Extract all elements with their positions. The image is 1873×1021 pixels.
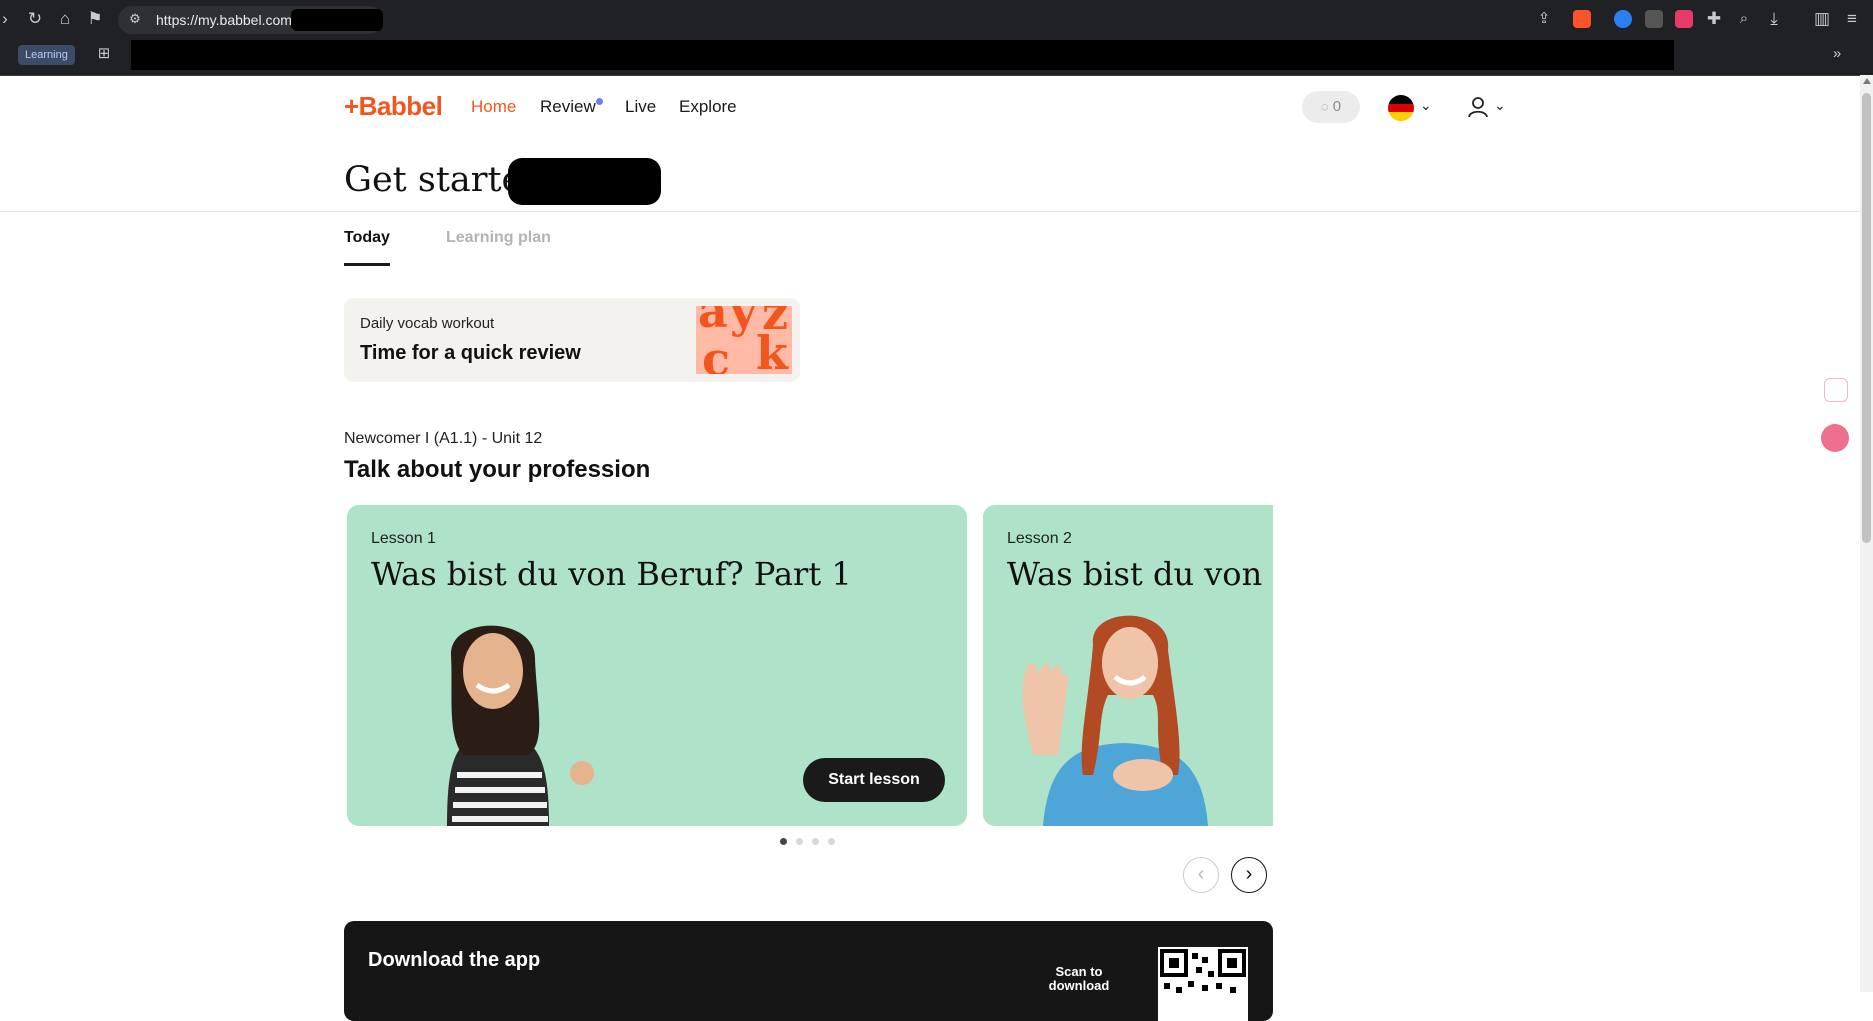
art-letter: y (730, 306, 757, 338)
floating-apps-icon[interactable] (1824, 378, 1848, 402)
nav-live[interactable]: Live (625, 97, 656, 117)
scroll-up-icon[interactable] (1863, 78, 1871, 84)
qr-code-icon[interactable] (1158, 947, 1248, 1021)
reload-icon[interactable]: ↻ (24, 9, 46, 31)
site-settings-icon[interactable]: ⚙ (124, 9, 146, 31)
apps-grid-icon[interactable]: ⊞ (93, 44, 115, 66)
art-letter: c (702, 332, 731, 374)
scan-to-download-text: Scan to download (1048, 964, 1110, 993)
brave-shield-icon[interactable] (1573, 10, 1591, 28)
redacted-url-part (291, 9, 383, 31)
carousel-dot[interactable] (828, 838, 835, 845)
extensions-puzzle-icon[interactable]: ✚ (1703, 9, 1725, 31)
carousel-dot[interactable] (812, 838, 819, 845)
bookmark-learning[interactable]: Learning (18, 45, 75, 65)
course-unit-label: Newcomer I (A1.1) - Unit 12 (344, 430, 543, 447)
tab-learning-plan[interactable]: Learning plan (446, 229, 551, 247)
carousel-dot[interactable] (780, 838, 787, 845)
extension-feather-icon[interactable] (1645, 10, 1663, 28)
lesson-title: Was bist du von Beruf? Part 1 (371, 555, 852, 593)
user-icon[interactable] (1467, 96, 1489, 118)
vocab-letters-illustration: a y z c k (696, 306, 792, 374)
active-tab-indicator (344, 263, 390, 266)
streak-count: 0 (1332, 98, 1342, 115)
babbel-logo[interactable]: +Babbel (344, 91, 443, 122)
lesson-carousel: Lesson 1 Was bist du von Beruf? Part 1 S… (344, 505, 1273, 826)
header-divider (0, 211, 1860, 212)
download-app-title: Download the app (368, 949, 541, 971)
scrollbar-thumb[interactable] (1862, 93, 1871, 543)
lesson-number: Lesson 2 (1007, 530, 1072, 547)
redacted-bookmarks (131, 40, 1674, 70)
lesson-title: Was bist du von Beruf? Part 2 (1007, 555, 1273, 593)
nav-explore[interactable]: Explore (679, 97, 737, 117)
extension-blue-icon[interactable] (1614, 10, 1632, 28)
download-app-banner: Download the app Scan to download (344, 921, 1273, 1021)
streak-badge[interactable]: ◌ 0 (1302, 91, 1360, 123)
sidebar-toggle-icon[interactable]: ▥ (1811, 9, 1833, 31)
home-icon[interactable]: ⌂ (54, 9, 76, 31)
account-chevron-down-icon[interactable]: ⌄ (1494, 97, 1506, 114)
extension-translate-icon[interactable] (1675, 10, 1693, 28)
lesson-card[interactable]: Lesson 2 Was bist du von Beruf? Part 2 (983, 505, 1273, 826)
forward-icon[interactable]: › (0, 9, 16, 31)
download-icon[interactable]: ⤓ (1763, 9, 1785, 31)
vocab-subtitle: Daily vocab workout (360, 315, 495, 332)
vocab-title: Time for a quick review (360, 342, 581, 364)
carousel-next-button[interactable]: › (1231, 857, 1267, 893)
nav-home[interactable]: Home (471, 97, 516, 117)
carousel-prev-button[interactable]: ‹ (1183, 857, 1219, 893)
lesson-number: Lesson 1 (371, 530, 436, 547)
flame-icon: ◌ (1320, 99, 1329, 114)
lesson-card[interactable]: Lesson 1 Was bist du von Beruf? Part 1 S… (347, 505, 967, 826)
more-bookmarks-icon[interactable]: » (1826, 44, 1848, 66)
floating-translate-icon[interactable] (1821, 424, 1849, 452)
review-notification-dot (596, 98, 603, 105)
language-chevron-down-icon[interactable]: ⌄ (1420, 97, 1432, 114)
search-page-icon[interactable]: ⌕ (1733, 9, 1755, 31)
unit-title: Talk about your profession (344, 456, 651, 483)
start-lesson-button[interactable]: Start lesson (803, 758, 945, 802)
nav-review[interactable]: Review (540, 97, 596, 117)
lesson-illustration (447, 625, 594, 826)
bookmark-icon[interactable]: ⚑ (84, 9, 106, 31)
art-letter: k (756, 326, 788, 374)
tab-today[interactable]: Today (344, 229, 390, 247)
vocab-workout-card[interactable]: Daily vocab workout Time for a quick rev… (344, 298, 800, 382)
lesson-illustration (1022, 615, 1208, 826)
share-icon[interactable]: ⇪ (1533, 9, 1555, 31)
menu-icon[interactable]: ≡ (1841, 9, 1863, 31)
url-text: https://my.babbel.com (156, 12, 292, 28)
germany-flag-icon[interactable] (1388, 95, 1414, 121)
redacted-username (508, 158, 661, 205)
carousel-dot[interactable] (796, 838, 803, 845)
